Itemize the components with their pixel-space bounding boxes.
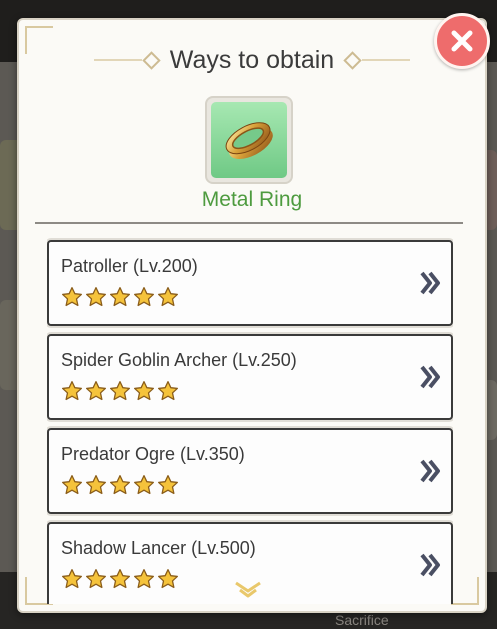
star-icon (61, 474, 83, 501)
star-icon (61, 380, 83, 407)
star-rating (61, 286, 179, 313)
divider (35, 222, 463, 224)
source-name: Shadow Lancer (Lv.500) (61, 538, 256, 558)
star-icon (133, 380, 155, 407)
star-icon (157, 568, 179, 595)
star-icon (85, 380, 107, 407)
title-ornament-left (93, 50, 161, 70)
star-icon (85, 286, 107, 313)
source-name: Predator Ogre (Lv.350) (61, 444, 245, 464)
source-name: Spider Goblin Archer (Lv.250) (61, 350, 297, 370)
star-icon (109, 380, 131, 407)
star-icon (133, 474, 155, 501)
dialog-title: Ways to obtain (169, 45, 335, 74)
source-card-predator-ogre[interactable]: Predator Ogre (Lv.350) (47, 428, 453, 514)
title-row: Ways to obtain (19, 40, 485, 80)
star-rating (61, 474, 179, 501)
star-rating (61, 568, 179, 595)
source-list[interactable]: Patroller (Lv.200) Spider Goblin Archer … (47, 234, 453, 604)
star-icon (133, 286, 155, 313)
ways-to-obtain-dialog: Ways to obtain Metal Ring Patroller (Lv.… (17, 18, 487, 613)
star-icon (109, 568, 131, 595)
star-icon (85, 568, 107, 595)
item-icon-frame (205, 96, 293, 184)
star-icon (157, 380, 179, 407)
chevron-right-icon (420, 271, 440, 295)
source-name: Patroller (Lv.200) (61, 256, 198, 276)
close-button[interactable] (434, 13, 490, 69)
close-icon (451, 30, 473, 52)
source-card-patroller[interactable]: Patroller (Lv.200) (47, 240, 453, 326)
star-icon (157, 474, 179, 501)
ring-icon (225, 122, 273, 159)
star-rating (61, 380, 179, 407)
corner-ornament (451, 577, 479, 605)
star-icon (109, 286, 131, 313)
title-ornament-right (343, 50, 411, 70)
chevron-right-icon (420, 459, 440, 483)
chevron-right-icon (420, 365, 440, 389)
star-icon (157, 286, 179, 313)
star-icon (61, 568, 83, 595)
chevron-down-icon[interactable] (233, 580, 263, 600)
star-icon (85, 474, 107, 501)
background-sacrifice-label: Sacrifice (335, 612, 389, 628)
star-icon (61, 286, 83, 313)
chevron-right-icon (420, 553, 440, 577)
star-icon (109, 474, 131, 501)
item-name: Metal Ring (201, 188, 303, 211)
star-icon (133, 568, 155, 595)
source-card-spider-goblin-archer[interactable]: Spider Goblin Archer (Lv.250) (47, 334, 453, 420)
